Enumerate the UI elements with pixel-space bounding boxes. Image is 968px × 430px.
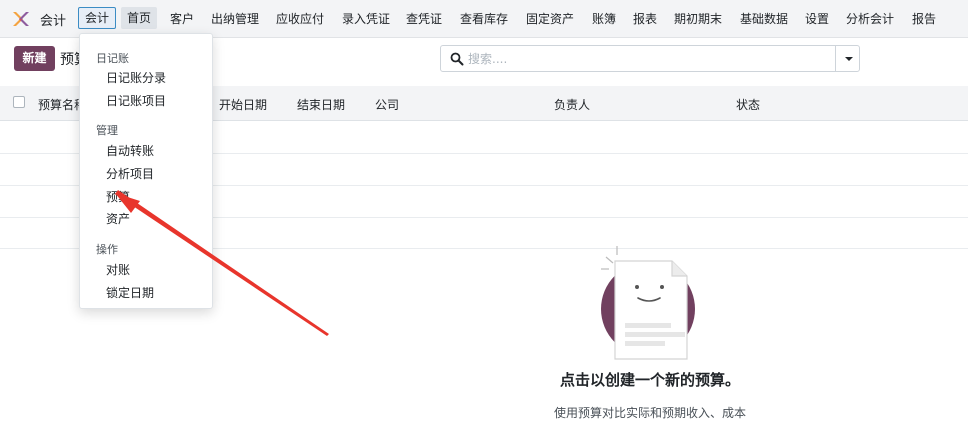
- menu-item-budget[interactable]: 预算: [106, 188, 130, 205]
- nav-home[interactable]: 首页: [121, 7, 158, 29]
- column-company[interactable]: 公司: [375, 96, 399, 113]
- column-status[interactable]: 状态: [736, 96, 760, 113]
- nav-view-inventory[interactable]: 查看库存: [460, 10, 508, 27]
- nav-check-voucher[interactable]: 查凭证: [406, 10, 442, 27]
- nav-fixed-assets[interactable]: 固定资产: [526, 10, 574, 27]
- new-button[interactable]: 新建: [14, 46, 55, 71]
- menu-item-lock-dates[interactable]: 锁定日期: [106, 284, 154, 301]
- nav-receivable-payable[interactable]: 应收应付: [276, 10, 324, 27]
- column-end-date[interactable]: 结束日期: [297, 96, 345, 113]
- dropdown-section-management: 管理: [96, 124, 118, 137]
- app-name: 会计: [40, 14, 67, 29]
- app-logo-icon[interactable]: [11, 10, 31, 28]
- column-responsible[interactable]: 负责人: [554, 96, 590, 113]
- menu-item-analytic-items[interactable]: 分析项目: [106, 165, 154, 182]
- empty-document-illustration: [601, 246, 695, 360]
- search-icon: [450, 52, 464, 66]
- select-all-checkbox[interactable]: [13, 96, 25, 108]
- dropdown-section-journal: 日记账: [96, 52, 129, 65]
- menu-item-reconciliation[interactable]: 对账: [106, 261, 130, 278]
- menu-item-assets[interactable]: 资产: [106, 210, 130, 227]
- empty-state-description: 使用预算对比实际和预期收入、成本: [553, 406, 746, 420]
- nav-ledgers[interactable]: 账簿: [592, 10, 616, 27]
- nav-enter-voucher[interactable]: 录入凭证: [342, 10, 390, 27]
- column-start-date[interactable]: 开始日期: [219, 96, 267, 113]
- nav-cashier[interactable]: 出纳管理: [211, 10, 259, 27]
- nav-period-open-close[interactable]: 期初期末: [674, 10, 722, 27]
- nav-reports[interactable]: 报表: [633, 10, 657, 27]
- nav-report[interactable]: 报告: [912, 10, 936, 27]
- nav-settings[interactable]: 设置: [805, 10, 829, 27]
- nav-customers[interactable]: 客户: [170, 10, 194, 27]
- search-options-toggle[interactable]: [835, 46, 859, 71]
- search-input[interactable]: [468, 49, 828, 68]
- dropdown-section-operations: 操作: [96, 243, 118, 256]
- caret-down-icon: [845, 57, 853, 61]
- nav-accounting[interactable]: 会计: [78, 7, 117, 29]
- search-box: [440, 45, 860, 72]
- empty-state-title: 点击以创建一个新的预算。: [559, 371, 740, 389]
- menu-item-journal-items[interactable]: 日记账项目: [106, 92, 166, 109]
- nav-analytic-accounting[interactable]: 分析会计: [846, 10, 894, 27]
- accounting-dropdown-menu: 日记账 日记账分录 日记账项目 管理 自动转账 分析项目 预算 资产 操作 对账…: [79, 33, 213, 309]
- menu-item-auto-transfer[interactable]: 自动转账: [106, 142, 154, 159]
- nav-master-data[interactable]: 基础数据: [740, 10, 788, 27]
- menu-item-journal-entries[interactable]: 日记账分录: [106, 69, 166, 86]
